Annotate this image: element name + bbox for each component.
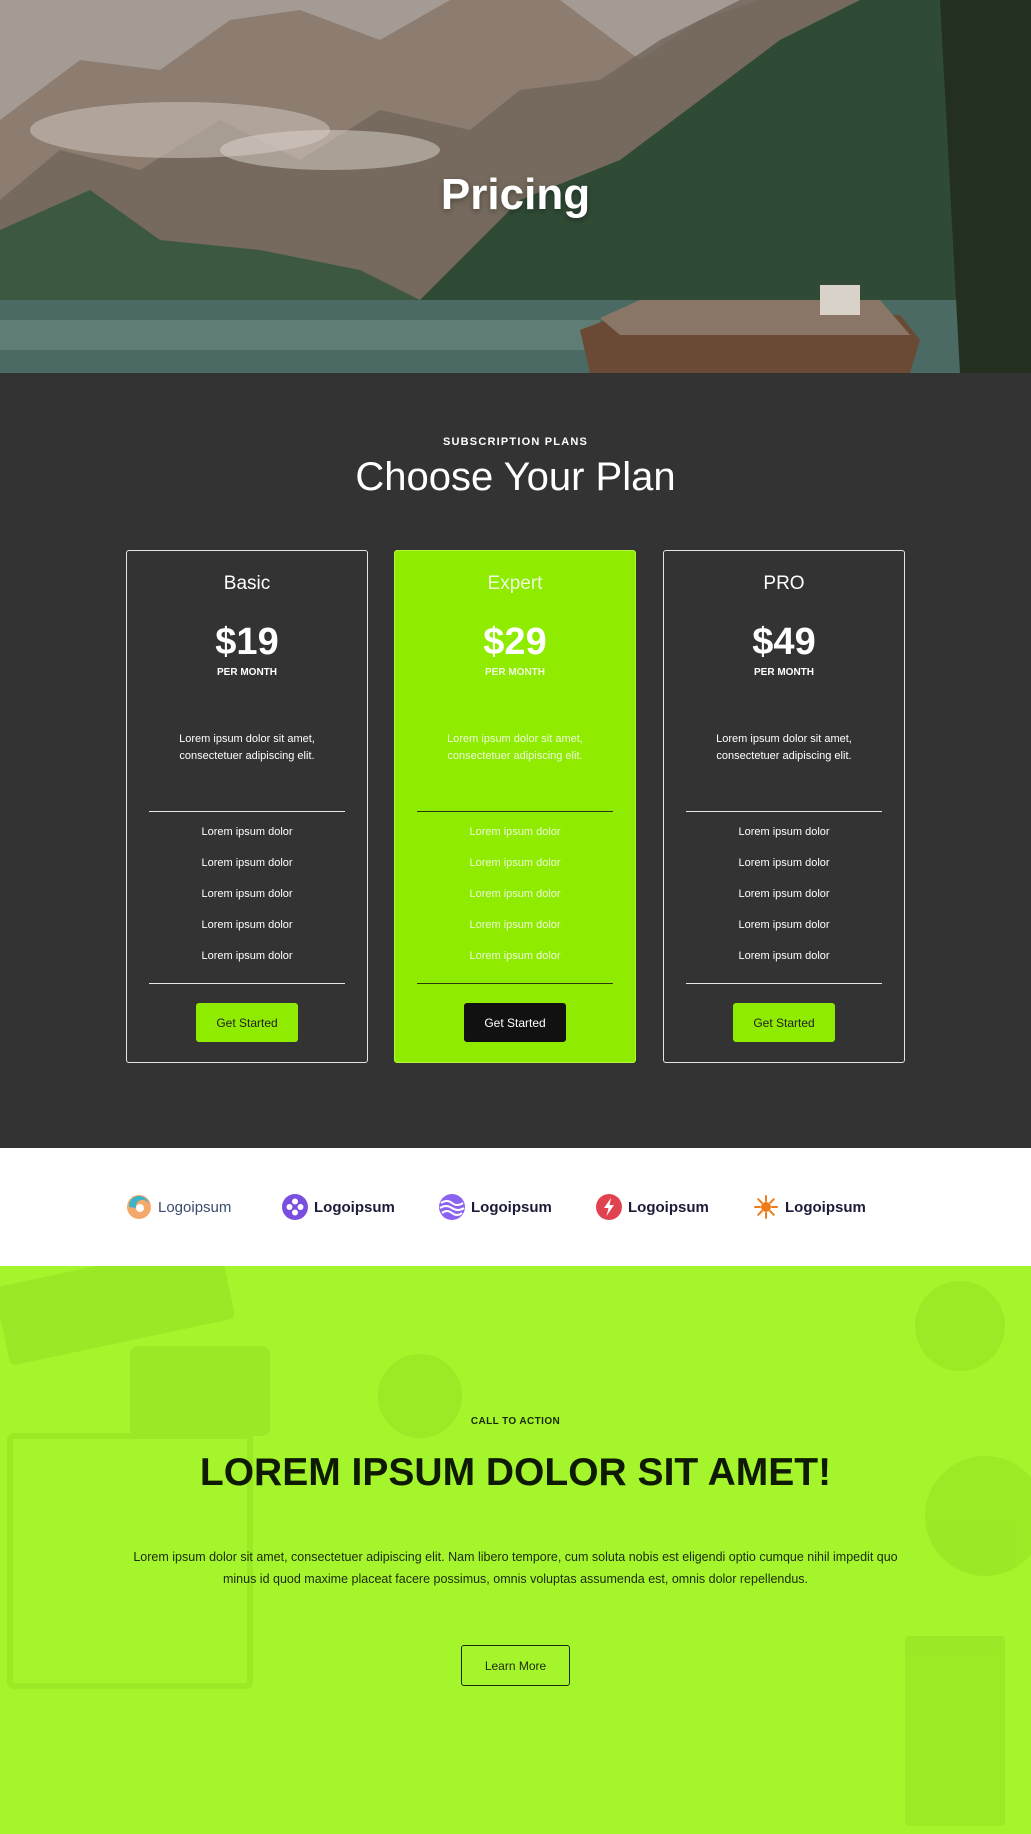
feature-item: Lorem ipsum dolor (738, 919, 830, 931)
partner-logo[interactable]: Logoipsum (126, 1193, 231, 1221)
plan-description: Lorem ipsum dolor sit amet, consectetuer… (179, 733, 315, 762)
get-started-button-expert[interactable]: Get Started (464, 1003, 566, 1042)
plan-description: Lorem ipsum dolor sit amet, consectetuer… (716, 733, 852, 762)
feature-list: Lorem ipsum dolor Lorem ipsum dolor Lore… (127, 826, 367, 981)
learn-more-button[interactable]: Learn More (461, 1645, 570, 1686)
plan-price: $49 (752, 621, 816, 663)
feature-item: Lorem ipsum dolor (469, 888, 561, 900)
feature-item: Lorem ipsum dolor (201, 950, 293, 962)
cta-eyebrow: CALL TO ACTION (470, 1416, 561, 1427)
hero-banner: Pricing (0, 0, 1031, 373)
divider (686, 983, 882, 984)
plan-name: Expert (487, 573, 543, 594)
feature-item: Lorem ipsum dolor (469, 919, 561, 931)
logo-text: Logoipsum (628, 1198, 709, 1216)
cta-paragraph: Lorem ipsum dolor sit amet, consectetuer… (133, 1550, 898, 1586)
divider (417, 811, 613, 812)
section-eyebrow: SUBSCRIPTION PLANS (442, 436, 589, 448)
plan-card-expert: Expert $29 PER MONTH Lorem ipsum dolor s… (394, 550, 636, 1063)
get-started-button-basic[interactable]: Get Started (196, 1003, 298, 1042)
plan-card-basic: Basic $19 PER MONTH Lorem ipsum dolor si… (126, 550, 368, 1063)
logo-text: Logoipsum (471, 1198, 552, 1216)
feature-list: Lorem ipsum dolor Lorem ipsum dolor Lore… (395, 826, 635, 981)
divider (149, 811, 345, 812)
plan-description: Lorem ipsum dolor sit amet, consectetuer… (447, 733, 583, 762)
feature-item: Lorem ipsum dolor (469, 950, 561, 962)
feature-item: Lorem ipsum dolor (201, 826, 293, 838)
plan-period: PER MONTH (485, 667, 545, 678)
plan-price: $19 (215, 621, 279, 663)
cta-heading: LOREM IPSUM DOLOR SIT AMET! (199, 1451, 832, 1494)
partner-logos: Logoipsum Logoipsum Logoipsum Logoipsum (0, 1148, 1031, 1266)
feature-item: Lorem ipsum dolor (738, 950, 830, 962)
sun-logo-icon (754, 1195, 778, 1219)
divider (417, 983, 613, 984)
waves-logo-icon (439, 1194, 465, 1220)
logo-text: Logoipsum (785, 1198, 866, 1216)
feature-item: Lorem ipsum dolor (469, 857, 561, 869)
divider (686, 811, 882, 812)
feature-item: Lorem ipsum dolor (738, 857, 830, 869)
plan-card-pro: PRO $49 PER MONTH Lorem ipsum dolor sit … (663, 550, 905, 1063)
partner-logo[interactable]: Logoipsum (439, 1193, 552, 1221)
logo-text: Logoipsum (158, 1198, 232, 1216)
plan-period: PER MONTH (217, 667, 277, 678)
bolt-logo-icon (596, 1194, 622, 1220)
divider (149, 983, 345, 984)
feature-item: Lorem ipsum dolor (738, 888, 830, 900)
call-to-action-section: CALL TO ACTION LOREM IPSUM DOLOR SIT AME… (0, 1266, 1031, 1834)
feature-item: Lorem ipsum dolor (201, 919, 293, 931)
swirl-logo-icon (127, 1195, 151, 1219)
feature-item: Lorem ipsum dolor (738, 826, 830, 838)
plan-period: PER MONTH (754, 667, 814, 678)
section-heading: Choose Your Plan (355, 455, 676, 499)
page-title: Pricing (440, 170, 591, 219)
dots-logo-icon (282, 1194, 308, 1220)
partner-logo[interactable]: Logoipsum (282, 1193, 395, 1221)
plan-name: PRO (763, 573, 805, 594)
get-started-button-pro[interactable]: Get Started (733, 1003, 835, 1042)
plan-price: $29 (483, 621, 547, 663)
plan-name: Basic (223, 573, 271, 594)
partner-logo[interactable]: Logoipsum (753, 1193, 866, 1221)
feature-item: Lorem ipsum dolor (469, 826, 561, 838)
feature-list: Lorem ipsum dolor Lorem ipsum dolor Lore… (664, 826, 904, 981)
feature-item: Lorem ipsum dolor (201, 888, 293, 900)
feature-item: Lorem ipsum dolor (201, 857, 293, 869)
pricing-section: SUBSCRIPTION PLANS Choose Your Plan Basi… (0, 373, 1031, 1148)
logo-text: Logoipsum (314, 1198, 395, 1216)
partner-logo[interactable]: Logoipsum (596, 1193, 709, 1221)
